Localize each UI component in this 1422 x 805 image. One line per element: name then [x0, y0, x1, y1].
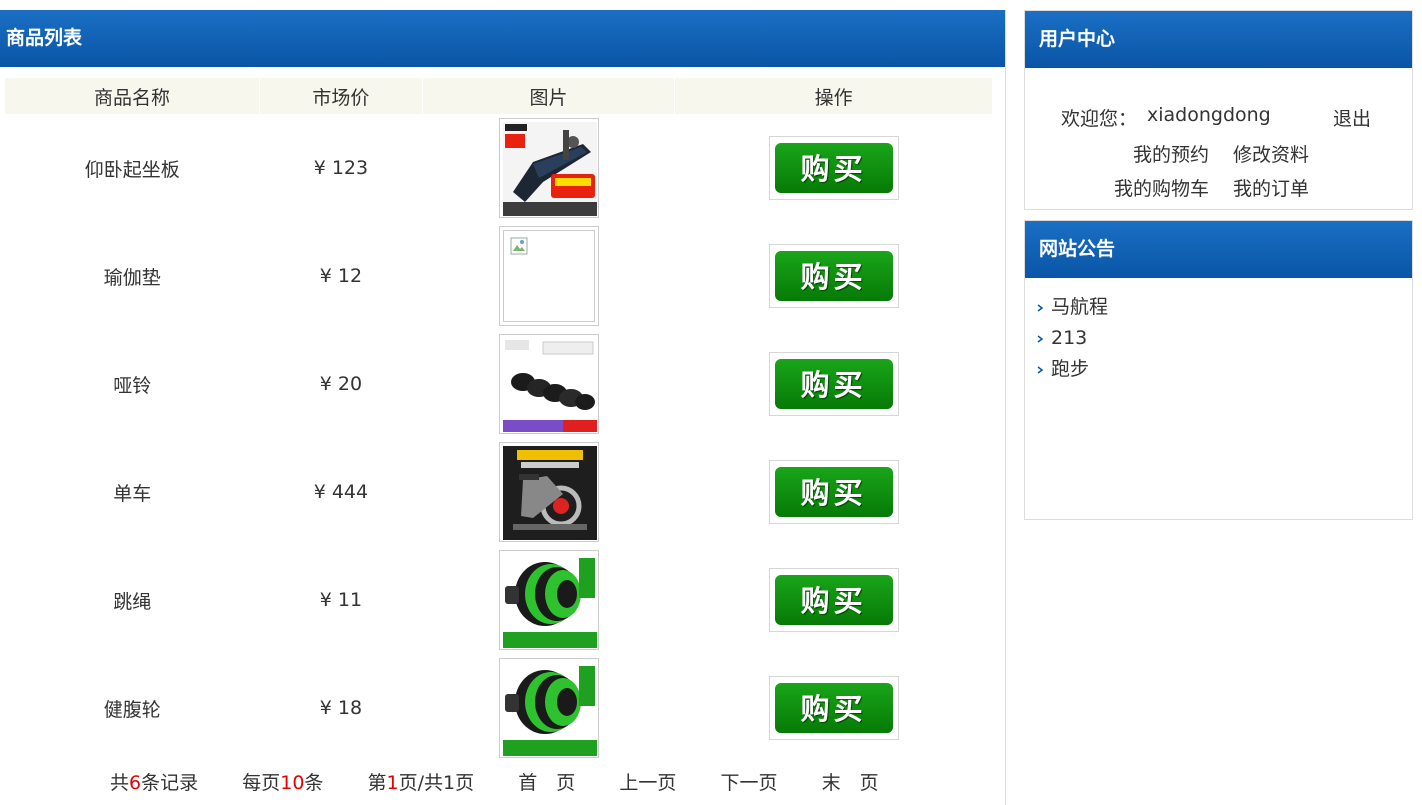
pagination: 共6条记录 每页10条 第1页/共1页 首 页 上一页 下一页 末 页 — [110, 768, 879, 795]
username: xiadongdong — [1147, 104, 1271, 126]
welcome-label: 欢迎您： — [1061, 108, 1138, 130]
table-row: 瑜伽垫 ¥ 12 购买 — [5, 222, 993, 330]
buy-button-label: 购买 — [774, 575, 893, 625]
ab-wheel-image[interactable] — [498, 658, 599, 758]
exercise-bike-image[interactable] — [498, 442, 599, 542]
chevron-right-icon — [1037, 304, 1043, 312]
pager-last-link[interactable]: 末 页 — [822, 772, 879, 794]
product-name: 单车 — [113, 482, 152, 505]
table-row: 单车 ¥ 444 购买 — [5, 438, 993, 546]
sit-up-bench-image[interactable] — [498, 118, 599, 218]
buy-button[interactable]: 购买 — [768, 136, 899, 200]
product-name: 瑜伽垫 — [103, 266, 161, 289]
buy-button-label: 购买 — [774, 467, 893, 517]
product-price: ¥ 18 — [319, 697, 363, 719]
column-header-name: 商品名称 — [5, 78, 260, 114]
product-price: ¥ 20 — [319, 373, 363, 395]
product-name: 健腹轮 — [103, 698, 161, 721]
pager-prev-link[interactable]: 上一页 — [619, 772, 676, 794]
pager-total-prefix: 共 — [110, 772, 130, 794]
broken-image-icon — [510, 237, 528, 255]
exercise-bike-image-art — [502, 446, 597, 540]
pager-per-suffix: 条 — [304, 772, 324, 794]
product-name: 跳绳 — [113, 590, 152, 613]
user-center-panel: 用户中心 欢迎您： xiadongdong 退出 我的预约 修改资料 我的购物车… — [1024, 10, 1413, 210]
pager-first-link[interactable]: 首 页 — [518, 772, 575, 794]
pager-total-count: 6 — [129, 772, 142, 794]
product-name: 哑铃 — [113, 374, 152, 397]
ab-wheel-image-art — [502, 662, 597, 756]
product-price: ¥ 11 — [319, 589, 363, 611]
table-row: 健腹轮 ¥ 18 购买 — [5, 654, 993, 762]
product-price: ¥ 12 — [319, 265, 363, 287]
table-row: 仰卧起坐板 ¥ 123 购买 — [5, 114, 993, 222]
product-price: ¥ 123 — [313, 157, 369, 179]
edit-profile-link[interactable]: 修改资料 — [1233, 140, 1309, 167]
buy-button[interactable]: 购买 — [768, 568, 899, 632]
buy-button[interactable]: 购买 — [768, 244, 899, 308]
column-header-action: 操作 — [674, 78, 993, 114]
site-notice-panel: 网站公告 马航程 213 跑步 — [1024, 220, 1413, 520]
pager-per-count: 10 — [280, 772, 305, 794]
chevron-right-icon — [1037, 335, 1043, 343]
table-row: 哑铃 ¥ 20 购买 — [5, 330, 993, 438]
notice-item-label: 213 — [1051, 327, 1088, 349]
pager-next-link[interactable]: 下一页 — [720, 772, 777, 794]
pager-page-prefix: 第 — [367, 772, 387, 794]
product-table: 商品名称 市场价 图片 操作 仰卧起坐板 ¥ 123 购买 瑜伽垫 ¥ 12 购… — [5, 78, 993, 762]
buy-button[interactable]: 购买 — [768, 676, 899, 740]
my-reservations-link[interactable]: 我的预约 — [1133, 140, 1209, 167]
dumbbell-image-art — [502, 338, 597, 432]
product-price: ¥ 444 — [313, 481, 369, 503]
pager-page-suffix: 页/共1页 — [398, 772, 475, 794]
notice-item-label: 跑步 — [1051, 358, 1090, 380]
buy-button[interactable]: 购买 — [768, 352, 899, 416]
column-header-price: 市场价 — [259, 78, 423, 114]
sit-up-bench-image-art — [502, 122, 597, 216]
column-header-image: 图片 — [422, 78, 676, 114]
user-center-title: 用户中心 — [1025, 11, 1412, 68]
buy-button-label: 购买 — [774, 683, 893, 733]
pager-total-suffix: 条记录 — [141, 772, 199, 794]
site-notice-title: 网站公告 — [1025, 221, 1412, 278]
list-item[interactable]: 马航程 — [1037, 292, 1412, 323]
buy-button-label: 购买 — [774, 251, 893, 301]
pager-current-page: 1 — [386, 772, 399, 794]
buy-button-label: 购买 — [774, 143, 893, 193]
notice-item-label: 马航程 — [1051, 296, 1109, 318]
list-item[interactable]: 213 — [1037, 323, 1412, 354]
table-header-row: 商品名称 市场价 图片 操作 — [5, 78, 993, 114]
list-item[interactable]: 跑步 — [1037, 354, 1412, 385]
logout-link[interactable]: 退出 — [1333, 104, 1371, 131]
ab-wheel-image[interactable] — [498, 550, 599, 650]
notice-list: 马航程 213 跑步 — [1025, 292, 1412, 385]
table-row: 跳绳 ¥ 11 购买 — [5, 546, 993, 654]
chevron-right-icon — [1037, 366, 1043, 374]
pager-per-prefix: 每页 — [242, 772, 281, 794]
buy-button[interactable]: 购买 — [768, 460, 899, 524]
my-cart-link[interactable]: 我的购物车 — [1114, 174, 1209, 201]
broken-image[interactable] — [498, 226, 599, 326]
buy-button-label: 购买 — [774, 359, 893, 409]
product-list-title: 商品列表 — [0, 10, 1005, 67]
dumbbell-image[interactable] — [498, 334, 599, 434]
my-orders-link[interactable]: 我的订单 — [1233, 174, 1309, 201]
product-name: 仰卧起坐板 — [84, 158, 180, 181]
ab-wheel-image-art — [502, 554, 597, 648]
